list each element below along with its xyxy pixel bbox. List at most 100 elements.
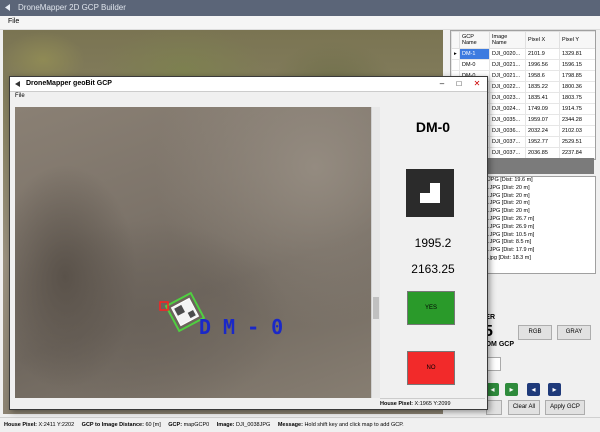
cell-pixel-x[interactable]: 1959.07 bbox=[525, 114, 560, 126]
close-icon[interactable]: ✕ bbox=[469, 77, 485, 91]
geobit-gcp-window[interactable]: DroneMapper geoBit GCP – □ ✕ File DM-0 D… bbox=[9, 76, 488, 410]
gcp-status-bar: House Pixel: X:1965 Y:2099 bbox=[380, 398, 485, 409]
col-header-pixel-x[interactable]: Pixel X bbox=[525, 31, 560, 49]
gcp-preview-box bbox=[487, 357, 501, 371]
cell-image-name[interactable]: DJI_0022... bbox=[489, 81, 526, 93]
partial-button[interactable] bbox=[486, 400, 502, 415]
status-house-pixel-label: House Pixel: bbox=[4, 422, 38, 428]
play-left-icon: ◂ bbox=[490, 385, 495, 394]
gcp-zoom-image[interactable]: DM-0 bbox=[15, 107, 377, 398]
list-item[interactable]: 7.JPG [Dist: 8.5 m] bbox=[471, 239, 595, 247]
gray-button[interactable]: GRAY bbox=[557, 325, 591, 340]
cell-pixel-x[interactable]: 1835.22 bbox=[525, 81, 560, 93]
gcp-menu-file[interactable]: File bbox=[15, 93, 25, 99]
table-row[interactable]: ▸ DM-1 DJI_0020... 2101.9 1329.81 bbox=[451, 48, 595, 60]
gcp-target-icon bbox=[406, 169, 454, 217]
cell-pixel-x[interactable]: 1952.77 bbox=[525, 136, 560, 148]
table-header-row: GCP Name Image Name Pixel X Pixel Y bbox=[451, 31, 595, 49]
play-right-icon: ▸ bbox=[509, 385, 514, 394]
status-house-pixel-value: X:2411 Y:2202 bbox=[38, 422, 75, 428]
cell-image-name[interactable]: DJI_0021... bbox=[489, 70, 526, 82]
cell-pixel-y[interactable]: 1914.75 bbox=[559, 103, 595, 115]
status-distance-label: GCP to Image Distance: bbox=[81, 422, 144, 428]
cell-pixel-x[interactable]: 2101.9 bbox=[525, 48, 560, 60]
cell-pixel-y[interactable]: 1803.75 bbox=[559, 92, 595, 104]
apply-gcp-button[interactable]: Apply GCP bbox=[545, 400, 585, 415]
cell-image-name[interactable]: DJI_0023... bbox=[489, 92, 526, 104]
cell-pixel-y[interactable]: 2237.84 bbox=[559, 147, 595, 159]
status-image-label: Image: bbox=[216, 422, 235, 428]
chevron-left-icon: ◂ bbox=[531, 385, 536, 394]
gcp-house-pixel-label: House Pixel: bbox=[380, 401, 414, 407]
cell-pixel-x[interactable]: 1996.56 bbox=[525, 59, 560, 71]
list-item[interactable]: 0JPG [Dist: 19.6 m] bbox=[471, 177, 595, 185]
status-gcp-label: GCP: bbox=[168, 422, 183, 428]
nav-next-blue-button[interactable]: ▸ bbox=[548, 383, 561, 396]
cell-image-name[interactable]: DJI_0020... bbox=[489, 48, 526, 60]
cell-pixel-y[interactable]: 1329.81 bbox=[559, 48, 595, 60]
list-item[interactable]: 8.JPG [Dist: 17.9 m] bbox=[471, 247, 595, 255]
vertical-scrollbar[interactable] bbox=[371, 107, 380, 398]
col-header-image-name[interactable]: Image Name bbox=[489, 31, 526, 49]
gcp-marker-label: DM-0 bbox=[199, 315, 296, 339]
cell-pixel-x[interactable]: 1835.41 bbox=[525, 92, 560, 104]
cell-image-name[interactable]: DJI_0035... bbox=[489, 114, 526, 126]
table-row[interactable]: DM-0 DJI_0021... 1996.56 1596.15 bbox=[451, 59, 595, 71]
col-header-gcp-name[interactable]: GCP Name bbox=[459, 31, 490, 49]
list-item[interactable]: 1.JPG [Dist: 20 m] bbox=[471, 193, 595, 201]
gcp-window-title: DroneMapper geoBit GCP bbox=[26, 80, 112, 87]
clear-all-button[interactable]: Clear All bbox=[508, 400, 540, 415]
list-item[interactable]: 5.JPG [Dist: 26.9 m] bbox=[471, 224, 595, 232]
cell-pixel-y[interactable]: 2102.03 bbox=[559, 125, 595, 137]
status-bar: House Pixel: X:2411 Y:2202 GCP to Image … bbox=[0, 417, 600, 432]
cell-image-name[interactable]: DJI_0021... bbox=[489, 59, 526, 71]
gcp-window-title-bar[interactable]: DroneMapper geoBit GCP – □ ✕ bbox=[10, 77, 487, 92]
status-distance-value: 60 [m] bbox=[145, 422, 161, 428]
cell-pixel-y[interactable]: 2529.51 bbox=[559, 136, 595, 148]
cell-pixel-x[interactable]: 1958.6 bbox=[525, 70, 560, 82]
menu-file[interactable]: File bbox=[8, 18, 19, 25]
list-item[interactable]: 6.JPG [Dist: 10.5 m] bbox=[471, 232, 595, 240]
yes-button[interactable]: YES bbox=[407, 291, 455, 325]
row-selector[interactable] bbox=[451, 59, 460, 71]
list-item[interactable]: 3.JPG [Dist: 20 m] bbox=[471, 208, 595, 216]
main-title-bar: DroneMapper 2D GCP Builder bbox=[0, 0, 600, 16]
status-image-value: DJI_0038JPG bbox=[236, 422, 271, 428]
rgb-button[interactable]: RGB bbox=[518, 325, 552, 340]
cell-image-name[interactable]: DJI_0037... bbox=[489, 136, 526, 148]
cell-pixel-y[interactable]: 1596.15 bbox=[559, 59, 595, 71]
list-item[interactable]: 2.JPG [Dist: 20 m] bbox=[471, 200, 595, 208]
gcp-marker-overlay bbox=[159, 291, 206, 333]
nav-prev-blue-button[interactable]: ◂ bbox=[527, 383, 540, 396]
cell-image-name[interactable]: DJI_0024... bbox=[489, 103, 526, 115]
list-item[interactable]: 1.JPG [Dist: 20 m] bbox=[471, 185, 595, 193]
cell-gcp-name[interactable]: DM-0 bbox=[459, 59, 490, 71]
main-window-title: DroneMapper 2D GCP Builder bbox=[18, 3, 126, 12]
col-header-pixel-y[interactable]: Pixel Y bbox=[559, 31, 595, 49]
no-button[interactable]: NO bbox=[407, 351, 455, 385]
list-item[interactable]: 4.JPG [Dist: 26.7 m] bbox=[471, 216, 595, 224]
minimize-icon[interactable]: – bbox=[434, 77, 450, 91]
cell-gcp-name[interactable]: DM-1 bbox=[459, 48, 490, 60]
maximize-icon[interactable]: □ bbox=[451, 77, 467, 91]
status-message-value: Hold shift key and click map to add GCP. bbox=[304, 422, 404, 428]
cell-pixel-x[interactable]: 2036.85 bbox=[525, 147, 560, 159]
image-distance-list[interactable]: 0JPG [Dist: 19.6 m] 1.JPG [Dist: 20 m] 1.J… bbox=[470, 176, 596, 274]
status-message-label: Message: bbox=[277, 422, 303, 428]
gcp-pixel-x: 1995.2 bbox=[414, 236, 452, 250]
list-item[interactable]: 8.jpg [Dist: 18.3 m] bbox=[471, 255, 595, 263]
cell-image-name[interactable]: DJI_0037... bbox=[489, 147, 526, 159]
cell-pixel-y[interactable]: 2344.28 bbox=[559, 114, 595, 126]
cell-pixel-y[interactable]: 1800.36 bbox=[559, 81, 595, 93]
cell-pixel-x[interactable]: 1749.09 bbox=[525, 103, 560, 115]
gcp-house-pixel-value: X:1965 Y:2099 bbox=[414, 401, 451, 407]
cell-image-name[interactable]: DJI_0036... bbox=[489, 125, 526, 137]
cell-pixel-y[interactable]: 1798.85 bbox=[559, 70, 595, 82]
status-gcp-value: mapGCP0 bbox=[183, 422, 210, 428]
chevron-right-icon: ▸ bbox=[552, 385, 557, 394]
scrollbar-thumb[interactable] bbox=[373, 297, 379, 319]
row-selector[interactable]: ▸ bbox=[451, 48, 460, 60]
gcp-info-panel: DM-0 1995.2 2163.25 YES NO bbox=[380, 107, 486, 398]
nav-next-green-button[interactable]: ▸ bbox=[505, 383, 518, 396]
cell-pixel-x[interactable]: 2032.24 bbox=[525, 125, 560, 137]
